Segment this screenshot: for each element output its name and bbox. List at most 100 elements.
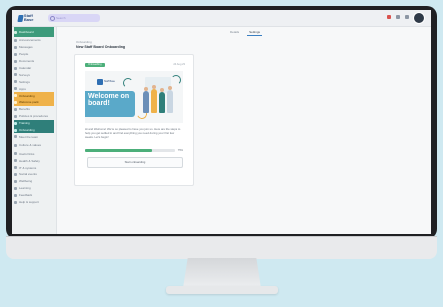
monitor-chin — [6, 236, 437, 259]
sidebar-item-icon — [14, 114, 17, 118]
person-illustration — [143, 87, 149, 113]
sidebar-item[interactable]: Social events — [14, 171, 54, 178]
sidebar-item[interactable]: Announcements — [14, 37, 54, 44]
sidebar-item[interactable]: Learning — [14, 185, 54, 192]
progress-label: 75% — [177, 149, 183, 152]
sidebar-item-icon — [14, 87, 17, 91]
screen: Staff Base Search Dashboard Announcements… — [12, 10, 431, 234]
sidebar-item[interactable]: Apps — [14, 85, 54, 92]
logo-icon — [17, 14, 24, 22]
monitor-stand-neck — [183, 258, 261, 288]
tab[interactable]: Settings — [247, 29, 263, 36]
sidebar-item[interactable]: Health & Safety — [14, 157, 54, 164]
decor-arc-icon — [123, 78, 133, 88]
sidebar-item-icon — [14, 128, 17, 132]
sidebar-item[interactable]: Settings — [14, 78, 54, 85]
sidebar-item-label: Settings — [19, 79, 30, 84]
sidebar-item-icon — [14, 179, 17, 183]
sidebar-item[interactable]: Benefits — [14, 106, 54, 113]
person-head — [168, 86, 172, 90]
sidebar-item[interactable]: Training — [14, 119, 54, 127]
sidebar-item[interactable]: Culture & values — [14, 140, 54, 150]
sidebar-item-label: Announcements — [19, 38, 41, 43]
search-icon — [50, 16, 55, 21]
sidebar-item[interactable]: Welcome pack — [14, 99, 54, 106]
banner-title: Welcome on board! — [88, 93, 130, 108]
sidebar-item-label: Calendar — [19, 66, 32, 70]
onboarding-card: Onboarding 24 Aug 23 Staff Base Welcome … — [74, 54, 194, 186]
person-head — [160, 88, 164, 92]
notifications-icon[interactable] — [387, 15, 391, 19]
help-icon[interactable] — [405, 15, 409, 19]
logo-text: Staff Base — [23, 13, 34, 22]
person-illustration — [167, 86, 173, 113]
sidebar-item-icon — [14, 38, 17, 42]
breadcrumb[interactable]: Onboarding — [76, 40, 92, 44]
progress-fill — [85, 149, 153, 152]
sidebar-item[interactable]: Onboarding — [14, 92, 54, 100]
tab[interactable]: Details — [228, 29, 241, 36]
search-placeholder: Search — [56, 16, 66, 20]
sidebar-item[interactable]: Documents — [14, 58, 54, 65]
sidebar-item-label: Social events — [19, 172, 37, 177]
sidebar-item-icon — [14, 135, 17, 139]
sidebar-item-label: Learning — [19, 186, 31, 191]
sidebar-item-label: Welcome pack — [19, 100, 39, 105]
sidebar-item-label: Wellbeing — [19, 179, 33, 184]
person-illustration — [159, 88, 165, 113]
sidebar-item-icon — [14, 45, 17, 49]
sidebar-item[interactable]: Feedback — [14, 192, 54, 199]
sidebar-item-icon — [14, 100, 17, 104]
sidebar-item-icon — [14, 200, 17, 204]
top-bar: Staff Base Search — [12, 10, 431, 27]
sidebar-item-icon — [14, 193, 17, 197]
avatar[interactable] — [413, 12, 425, 24]
start-onboarding-button[interactable]: Start onboarding — [87, 157, 183, 168]
person-head — [152, 85, 156, 89]
sidebar-item-icon — [14, 73, 17, 77]
progress: 75% — [85, 148, 183, 153]
sidebar-item-icon — [14, 52, 17, 56]
sidebar-item[interactable]: IT & systems — [14, 164, 54, 171]
sidebar-item[interactable]: Dashboard — [14, 27, 54, 37]
sidebar-item-label: Documents — [19, 59, 35, 64]
sidebar: Dashboard Announcements Messages People Docu… — [12, 27, 57, 234]
banner-logo: Staff Base — [97, 79, 115, 85]
banner-logo-icon — [97, 79, 103, 85]
sidebar-item-label: Feedback — [19, 193, 33, 198]
sidebar-item-icon — [14, 66, 17, 70]
banner-logo-text: Staff Base — [104, 79, 115, 83]
sidebar-item-label: Policies & procedures — [19, 114, 49, 119]
app-logo[interactable]: Staff Base — [17, 13, 40, 23]
sidebar-item-icon — [14, 186, 17, 190]
card-date: 24 Aug 23 — [173, 63, 185, 66]
sidebar-item[interactable]: Help & support — [14, 199, 54, 206]
sidebar-item-icon — [14, 121, 17, 125]
sidebar-item[interactable]: Messages — [14, 44, 54, 51]
top-icons — [387, 15, 409, 19]
monitor-stand-base — [166, 286, 278, 294]
sidebar-item[interactable]: People — [14, 51, 54, 58]
sidebar-item[interactable]: Calendar — [14, 65, 54, 72]
search-input[interactable]: Search — [48, 14, 100, 22]
messages-icon[interactable] — [396, 15, 400, 19]
sidebar-item[interactable]: Meet the team — [14, 133, 54, 140]
sidebar-item-label: Training — [19, 121, 30, 126]
sidebar-item-icon — [14, 143, 17, 147]
sidebar-item-label: Onboarding — [19, 93, 35, 98]
sidebar-item-icon — [14, 152, 17, 156]
sidebar-item[interactable]: Policies & procedures — [14, 113, 54, 120]
sidebar-item[interactable]: Onboarding — [14, 126, 54, 134]
sidebar-item-label: Messages — [19, 45, 33, 50]
sidebar-item-icon — [14, 59, 17, 63]
sidebar-item-icon — [14, 94, 17, 98]
person-illustration — [151, 85, 157, 113]
welcome-banner: Staff Base Welcome on board! — [85, 71, 183, 123]
sidebar-item[interactable]: Wellbeing — [14, 178, 54, 185]
sidebar-item-label: Meet the team — [19, 134, 39, 139]
sidebar-item[interactable]: Surveys — [14, 71, 54, 78]
sidebar-item-icon — [14, 30, 17, 34]
sidebar-item[interactable]: Useful links — [14, 150, 54, 157]
sidebar-item-icon — [14, 172, 17, 176]
sidebar-item-label: Help & support — [19, 200, 39, 205]
